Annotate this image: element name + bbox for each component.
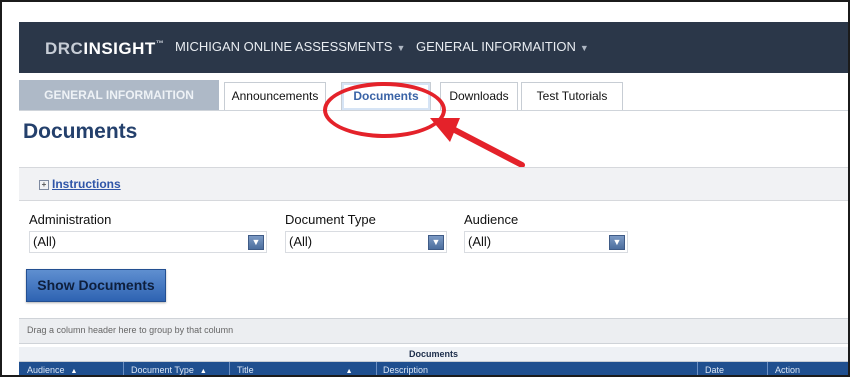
administration-select[interactable]: (All) ▼ bbox=[29, 231, 267, 253]
administration-label: Administration bbox=[29, 212, 112, 227]
column-header-title[interactable]: Title ▲ bbox=[237, 365, 353, 375]
dropdown-arrow-icon[interactable]: ▼ bbox=[428, 235, 444, 250]
dropdown-arrow-icon[interactable]: ▼ bbox=[248, 235, 264, 250]
instructions-toggle[interactable]: + Instructions bbox=[39, 177, 121, 191]
show-documents-button[interactable]: Show Documents bbox=[26, 269, 166, 302]
sort-arrow-icon[interactable]: ▲ bbox=[200, 368, 207, 375]
chevron-down-icon: ▼ bbox=[396, 43, 406, 53]
callout-arrow-icon bbox=[430, 118, 525, 168]
grid-title: Documents bbox=[19, 347, 848, 362]
sort-arrow-icon[interactable]: ▲ bbox=[71, 368, 78, 375]
screenshot-frame: DRCINSIGHT™ MICHIGAN ONLINE ASSESSMENTS ▼… bbox=[0, 0, 850, 377]
group-by-drop-zone[interactable]: Drag a column header here to group by th… bbox=[19, 318, 848, 344]
document-type-label: Document Type bbox=[285, 212, 376, 227]
column-header-date[interactable]: Date bbox=[705, 365, 724, 375]
drc-insight-logo[interactable]: DRCINSIGHT™ bbox=[45, 39, 164, 59]
chevron-down-icon: ▼ bbox=[579, 43, 589, 53]
column-header-document-type[interactable]: Document Type ▲ bbox=[131, 365, 207, 375]
page-title: Documents bbox=[23, 120, 138, 143]
tab-announcements[interactable]: Announcements bbox=[224, 82, 326, 110]
tab-general-information[interactable]: GENERAL INFORMAITION bbox=[19, 80, 219, 110]
audience-label: Audience bbox=[464, 212, 519, 227]
audience-select[interactable]: (All) ▼ bbox=[464, 231, 628, 253]
column-header-audience[interactable]: Audience ▲ bbox=[27, 365, 77, 375]
tab-test-tutorials[interactable]: Test Tutorials bbox=[521, 82, 623, 110]
instructions-bar: + Instructions bbox=[19, 167, 848, 201]
column-header-description[interactable]: Description bbox=[383, 365, 428, 375]
document-type-select[interactable]: (All) ▼ bbox=[285, 231, 447, 253]
tab-downloads[interactable]: Downloads bbox=[440, 82, 518, 110]
group-hint-text: Drag a column header here to group by th… bbox=[27, 325, 234, 335]
nav-michigan-online-assessments[interactable]: MICHIGAN ONLINE ASSESSMENTS ▼ bbox=[175, 39, 405, 54]
sort-arrow-icon[interactable]: ▲ bbox=[346, 368, 353, 375]
expand-plus-icon: + bbox=[39, 179, 49, 190]
dropdown-arrow-icon[interactable]: ▼ bbox=[609, 235, 625, 250]
column-header-action[interactable]: Action bbox=[775, 365, 800, 375]
grid-header-row: Audience ▲ Document Type ▲ Title ▲ Descript… bbox=[19, 362, 848, 375]
nav-general-information[interactable]: GENERAL INFORMAITION ▼ bbox=[416, 39, 589, 54]
top-navigation-bar: DRCINSIGHT™ MICHIGAN ONLINE ASSESSMENTS ▼… bbox=[19, 22, 848, 73]
